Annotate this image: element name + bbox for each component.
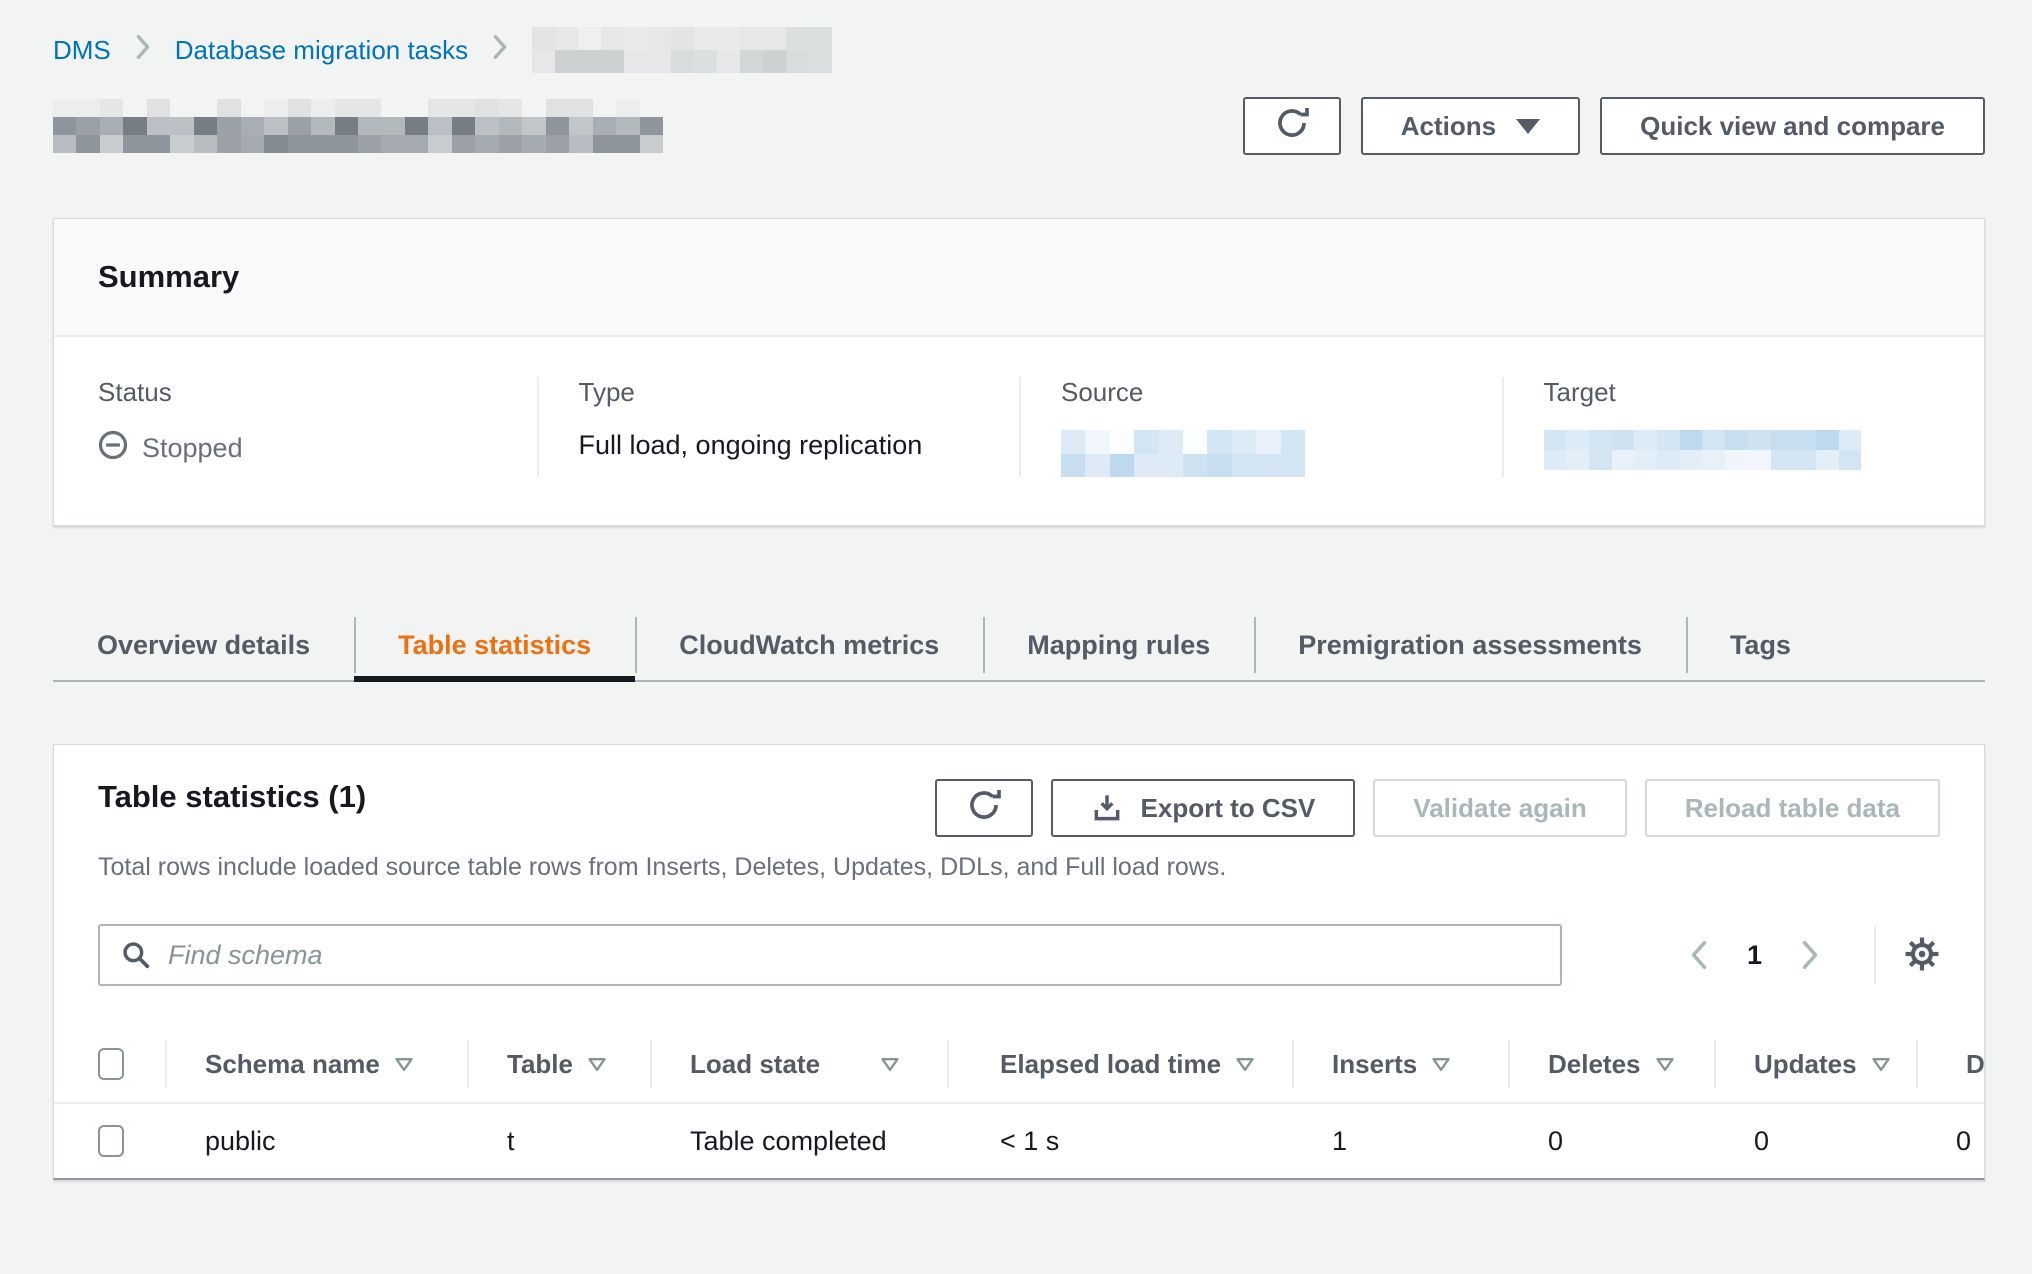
column-header-table[interactable]: Table	[467, 1026, 650, 1102]
chevron-right-icon	[492, 34, 508, 67]
current-page-number: 1	[1747, 940, 1762, 971]
cell-load-state: Table completed	[650, 1126, 947, 1157]
quick-view-compare-label: Quick view and compare	[1640, 111, 1945, 142]
refresh-icon	[1275, 106, 1309, 147]
cell-schema-name: public	[165, 1126, 467, 1157]
tab-overview-details[interactable]: Overview details	[53, 610, 354, 680]
status-text: Stopped	[142, 433, 243, 464]
table-statistics-header: Table statistics (1)	[54, 779, 1984, 837]
sort-triangle-icon[interactable]	[880, 1057, 900, 1072]
export-csv-label: Export to CSV	[1141, 793, 1316, 824]
reload-table-data-button[interactable]: Reload table data	[1645, 779, 1940, 837]
breadcrumb-link-migration-tasks[interactable]: Database migration tasks	[175, 35, 468, 66]
source-value-redacted	[1061, 430, 1305, 477]
actions-button-label: Actions	[1401, 111, 1496, 142]
summary-title: Summary	[98, 259, 239, 295]
next-page-button[interactable]	[1796, 936, 1824, 974]
previous-page-button[interactable]	[1685, 936, 1713, 974]
type-value: Full load, ongoing replication	[579, 430, 1020, 461]
task-tabs: Overview details Table statistics CloudW…	[53, 610, 1985, 682]
sort-triangle-icon[interactable]	[1871, 1057, 1891, 1072]
table-statistics-table: Schema name Table Load state Elapsed loa…	[54, 1026, 1984, 1178]
summary-panel: Summary Status Stopped Type Full load,	[53, 218, 1985, 526]
breadcrumb: DMS Database migration tasks	[53, 30, 1985, 70]
summary-status-column: Status Stopped	[54, 377, 537, 477]
tab-premigration-assessments[interactable]: Premigration assessments	[1254, 610, 1686, 680]
dms-task-page: DMS Database migration tasks Actions	[0, 0, 2032, 1180]
sort-triangle-icon[interactable]	[1235, 1057, 1255, 1072]
column-header-elapsed-load-time[interactable]: Elapsed load time	[947, 1026, 1292, 1102]
minus-circle-icon	[98, 430, 128, 467]
sort-triangle-icon[interactable]	[1431, 1057, 1451, 1072]
header-actions: Actions Quick view and compare	[1243, 97, 1985, 155]
filter-row: 1	[98, 924, 1940, 986]
source-label: Source	[1061, 377, 1502, 408]
table-statistics-panel: Table statistics (1)	[53, 744, 1985, 1180]
settings-gear-button[interactable]	[1904, 936, 1940, 975]
summary-type-column: Type Full load, ongoing replication	[537, 377, 1020, 477]
find-schema-input[interactable]	[98, 924, 1562, 986]
summary-panel-header: Summary	[54, 219, 1984, 337]
sort-triangle-icon[interactable]	[1655, 1057, 1675, 1072]
chevron-right-icon	[135, 34, 151, 67]
page-header: Actions Quick view and compare	[53, 94, 1985, 158]
table-statistics-description: Total rows include loaded source table r…	[98, 853, 1940, 882]
row-select-cell	[54, 1104, 165, 1178]
breadcrumb-link-dms[interactable]: DMS	[53, 35, 111, 66]
magnifier-icon	[120, 939, 152, 976]
table-header-row: Schema name Table Load state Elapsed loa…	[54, 1026, 1984, 1104]
tab-table-statistics[interactable]: Table statistics	[354, 610, 635, 680]
target-label: Target	[1544, 377, 1985, 408]
breadcrumb-task-name-redacted	[532, 27, 832, 73]
cell-table: t	[467, 1126, 650, 1157]
column-header-schema-name[interactable]: Schema name	[165, 1026, 467, 1102]
column-header-load-state[interactable]: Load state	[650, 1026, 947, 1102]
refresh-button[interactable]	[1243, 97, 1341, 155]
table-refresh-button[interactable]	[935, 779, 1033, 837]
actions-button[interactable]: Actions	[1361, 97, 1580, 155]
column-header-inserts[interactable]: Inserts	[1292, 1026, 1508, 1102]
select-all-cell	[54, 1026, 165, 1102]
table-statistics-title: Table statistics (1)	[98, 779, 366, 815]
type-label: Type	[579, 377, 1020, 408]
target-value-redacted	[1544, 430, 1862, 470]
cell-inserts: 1	[1292, 1126, 1508, 1157]
validate-again-label: Validate again	[1413, 793, 1586, 824]
sort-triangle-icon[interactable]	[587, 1057, 607, 1072]
summary-grid: Status Stopped Type Full load, ongoing r…	[54, 337, 1984, 525]
page-title-redacted	[53, 99, 663, 153]
validate-again-button[interactable]: Validate again	[1373, 779, 1626, 837]
row-checkbox[interactable]	[98, 1125, 124, 1157]
caret-down-icon	[1516, 119, 1540, 134]
export-csv-button[interactable]: Export to CSV	[1051, 779, 1356, 837]
cell-deletes: 0	[1508, 1126, 1714, 1157]
quick-view-compare-button[interactable]: Quick view and compare	[1600, 97, 1985, 155]
download-tray-icon	[1091, 792, 1123, 824]
schema-search	[98, 924, 1562, 986]
gear-icon	[1904, 936, 1940, 975]
cell-ddls: 0	[1916, 1126, 1985, 1157]
reload-table-data-label: Reload table data	[1685, 793, 1900, 824]
pagination: 1	[1669, 926, 1940, 984]
summary-source-column: Source	[1019, 377, 1502, 477]
table-statistics-actions: Export to CSV Validate again Reload tabl…	[935, 779, 1940, 837]
summary-target-column: Target	[1502, 377, 1985, 477]
pagination-divider	[1874, 926, 1876, 984]
tab-cloudwatch-metrics[interactable]: CloudWatch metrics	[635, 610, 983, 680]
tab-mapping-rules[interactable]: Mapping rules	[983, 610, 1254, 680]
column-header-updates[interactable]: Updates	[1714, 1026, 1916, 1102]
status-label: Status	[98, 377, 537, 408]
select-all-checkbox[interactable]	[98, 1048, 124, 1080]
column-header-ddls[interactable]: DDLs	[1916, 1026, 1985, 1102]
sort-triangle-icon[interactable]	[394, 1057, 414, 1072]
refresh-icon	[967, 788, 1001, 829]
status-value: Stopped	[98, 430, 537, 467]
table-row: public t Table completed < 1 s 1 0 0 0	[54, 1104, 1984, 1178]
column-header-deletes[interactable]: Deletes	[1508, 1026, 1714, 1102]
cell-updates: 0	[1714, 1126, 1916, 1157]
tab-tags[interactable]: Tags	[1686, 610, 1835, 680]
cell-elapsed-load-time: < 1 s	[947, 1126, 1292, 1157]
